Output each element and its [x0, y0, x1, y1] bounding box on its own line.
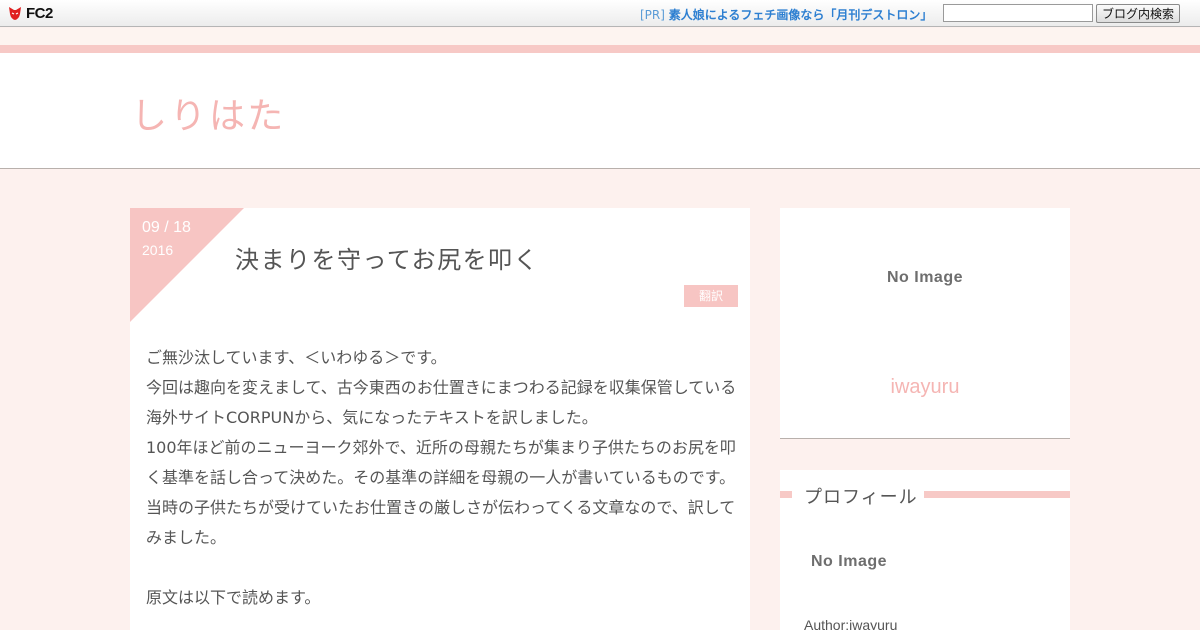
fc2-logo[interactable]: FC2 [7, 4, 53, 22]
profile-image-placeholder: No Image [811, 553, 888, 570]
article-year: 2016 [142, 242, 174, 258]
blog-title[interactable]: しりはた [131, 87, 286, 139]
profile-widget: プロフィール No Image Author:iwayuru [780, 470, 1070, 630]
article-entry: 09 / 18 2016 決まりを守ってお尻を叩く 翻訳 ご無沙汰しています、＜… [130, 208, 750, 630]
paragraph: 100年ほど前のニューヨーク郊外で、近所の母親たちが集まり子供たちのお尻を叩く基… [146, 438, 736, 487]
pr-ad: [PR] 素人娘によるフェチ画像なら「月刊デストロン」 [640, 6, 932, 23]
blog-search-button[interactable]: ブログ内検索 [1096, 4, 1180, 23]
header-stripe [0, 45, 1200, 53]
blog-header: しりはた [0, 53, 1200, 169]
article-date: 09 / 18 [142, 219, 191, 236]
profile-heading: プロフィール [804, 487, 918, 508]
category-badge[interactable]: 翻訳 [684, 285, 738, 307]
header-band [0, 28, 1200, 45]
profile-author: Author:iwayuru [804, 617, 898, 630]
fc2-toolbar: FC2 [PR] 素人娘によるフェチ画像なら「月刊デストロン」 ブログ内検索 [0, 0, 1200, 27]
article-title[interactable]: 決まりを守ってお尻を叩く [235, 240, 539, 275]
author-name[interactable]: iwayuru [780, 376, 1070, 399]
profile-heading-line [780, 491, 792, 498]
fc2-logo-text: FC2 [26, 4, 53, 22]
author-card: No Image iwayuru [780, 208, 1070, 439]
paragraph: ご無沙汰しています、＜いわゆる＞です。 [146, 348, 447, 367]
profile-heading-line [924, 491, 1070, 498]
pr-tag: [PR] [640, 8, 665, 22]
fc2-fox-icon [9, 7, 21, 20]
blog-search-input[interactable] [943, 4, 1093, 22]
article-body: ご無沙汰しています、＜いわゆる＞です。 今回は趣向を変えまして、古今東西のお仕置… [146, 343, 738, 613]
pr-ad-link[interactable]: 素人娘によるフェチ画像なら「月刊デストロン」 [669, 8, 933, 22]
paragraph: 今回は趣向を変えまして、古今東西のお仕置きにまつわる記録を収集保管している海外サ… [146, 378, 737, 427]
paragraph: 原文は以下で読めます。 [146, 588, 321, 607]
paragraph: 当時の子供たちが受けていたお仕置きの厳しさが伝わってくる文章なので、訳してみまし… [146, 498, 736, 547]
author-image-placeholder: No Image [886, 269, 963, 286]
